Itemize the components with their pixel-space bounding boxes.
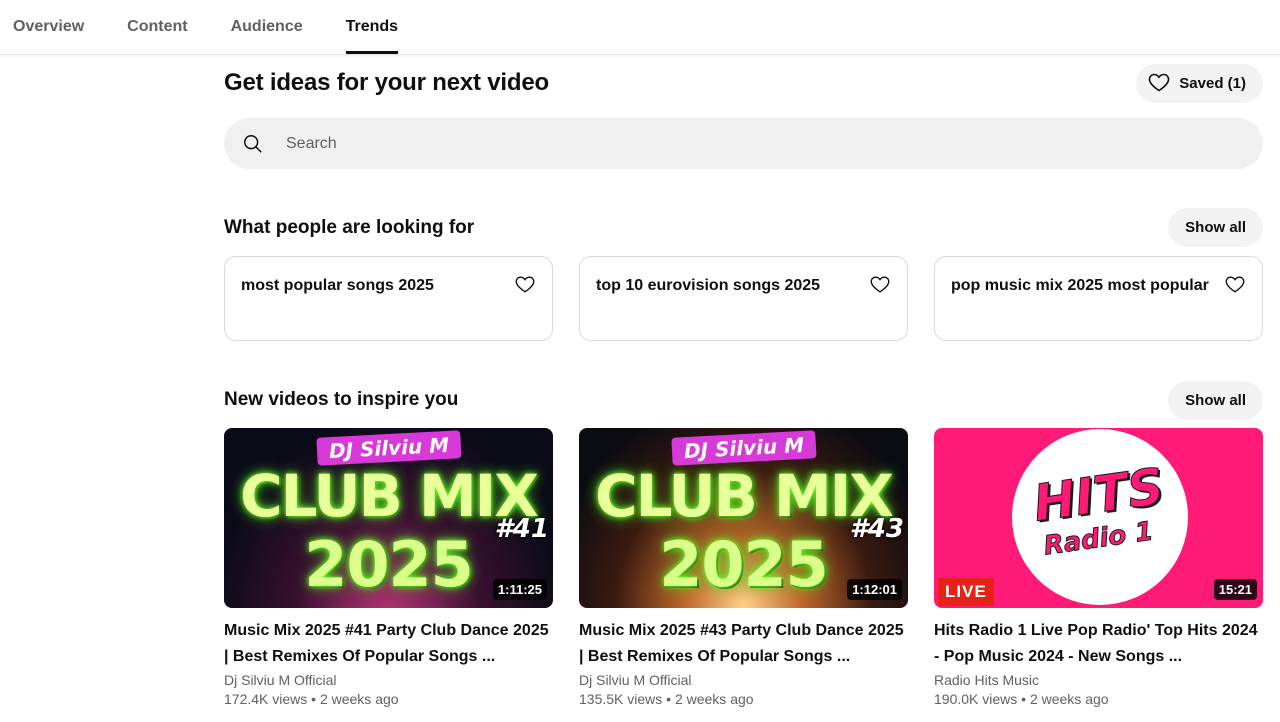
video-card[interactable]: HITS Radio 1 LIVE 15:21 Hits Radio 1 Liv… (934, 428, 1263, 709)
topic-text: most popular songs 2025 (241, 277, 434, 294)
channel-name[interactable]: Dj Silviu M Official (579, 671, 908, 690)
video-card[interactable]: DJ Silviu M CLUB MIX 2025 #43 1:12:01 Mu… (579, 428, 908, 709)
heart-outline-icon[interactable] (514, 273, 536, 295)
duration-badge: 1:11:25 (492, 579, 547, 600)
thumbnail-number: #41 (494, 514, 549, 544)
tab-content[interactable]: Content (127, 0, 187, 54)
video-meta: 172.4K views • 2 weeks ago (224, 691, 399, 707)
inspire-show-all-button[interactable]: Show all (1168, 381, 1263, 420)
video-card[interactable]: DJ Silviu M CLUB MIX 2025 #41 1:11:25 Mu… (224, 428, 553, 709)
page-title: Get ideas for your next video (224, 69, 549, 96)
video-thumbnail[interactable]: HITS Radio 1 LIVE 15:21 (934, 428, 1263, 608)
topic-card[interactable]: most popular songs 2025 (224, 256, 553, 341)
looking-for-show-all-button[interactable]: Show all (1168, 208, 1263, 247)
heart-outline-icon[interactable] (869, 273, 891, 295)
saved-button[interactable]: Saved (1) (1136, 64, 1263, 103)
duration-badge: 15:21 (1213, 579, 1257, 600)
topic-text: top 10 eurovision songs 2025 (596, 277, 821, 294)
topic-card[interactable]: pop music mix 2025 most popular (934, 256, 1263, 341)
heart-outline-icon[interactable] (1224, 273, 1246, 295)
tab-trends[interactable]: Trends (345, 0, 399, 54)
saved-label: Saved (1) (1179, 75, 1246, 92)
tab-overview[interactable]: Overview (13, 0, 84, 54)
video-thumbnail[interactable]: DJ Silviu M CLUB MIX 2025 #43 1:12:01 (579, 428, 908, 608)
heart-icon (1147, 70, 1171, 98)
video-title[interactable]: Hits Radio 1 Live Pop Radio' Top Hits 20… (934, 618, 1263, 670)
live-badge: LIVE (938, 578, 994, 606)
channel-name[interactable]: Radio Hits Music (934, 671, 1263, 690)
topic-text: pop music mix 2025 most popular (951, 277, 1209, 294)
thumbnail-tag: DJ Silviu M (670, 430, 817, 466)
video-thumbnail[interactable]: DJ Silviu M CLUB MIX 2025 #41 1:11:25 (224, 428, 553, 608)
search-input[interactable] (286, 134, 1186, 153)
channel-name[interactable]: Dj Silviu M Official (224, 671, 553, 690)
tab-audience[interactable]: Audience (231, 0, 303, 54)
thumbnail-number: #43 (849, 514, 904, 544)
video-title[interactable]: Music Mix 2025 #43 Party Club Dance 2025… (579, 618, 908, 670)
video-meta: 135.5K views • 2 weeks ago (579, 691, 754, 707)
looking-for-title: What people are looking for (224, 217, 475, 238)
duration-badge: 1:12:01 (847, 579, 902, 600)
search-bar[interactable] (224, 118, 1263, 169)
video-title[interactable]: Music Mix 2025 #41 Party Club Dance 2025… (224, 618, 553, 670)
page-header: Get ideas for your next video Saved (1) (224, 64, 1263, 104)
tab-bar: Overview Content Audience Trends (0, 0, 1280, 55)
topic-card[interactable]: top 10 eurovision songs 2025 (579, 256, 908, 341)
inspire-title: New videos to inspire you (224, 389, 459, 410)
search-icon (244, 134, 262, 153)
video-meta: 190.0K views • 2 weeks ago (934, 691, 1109, 707)
thumbnail-tag: DJ Silviu M (315, 430, 462, 466)
search-topics-list: most popular songs 2025 top 10 eurovisio… (224, 256, 1263, 341)
